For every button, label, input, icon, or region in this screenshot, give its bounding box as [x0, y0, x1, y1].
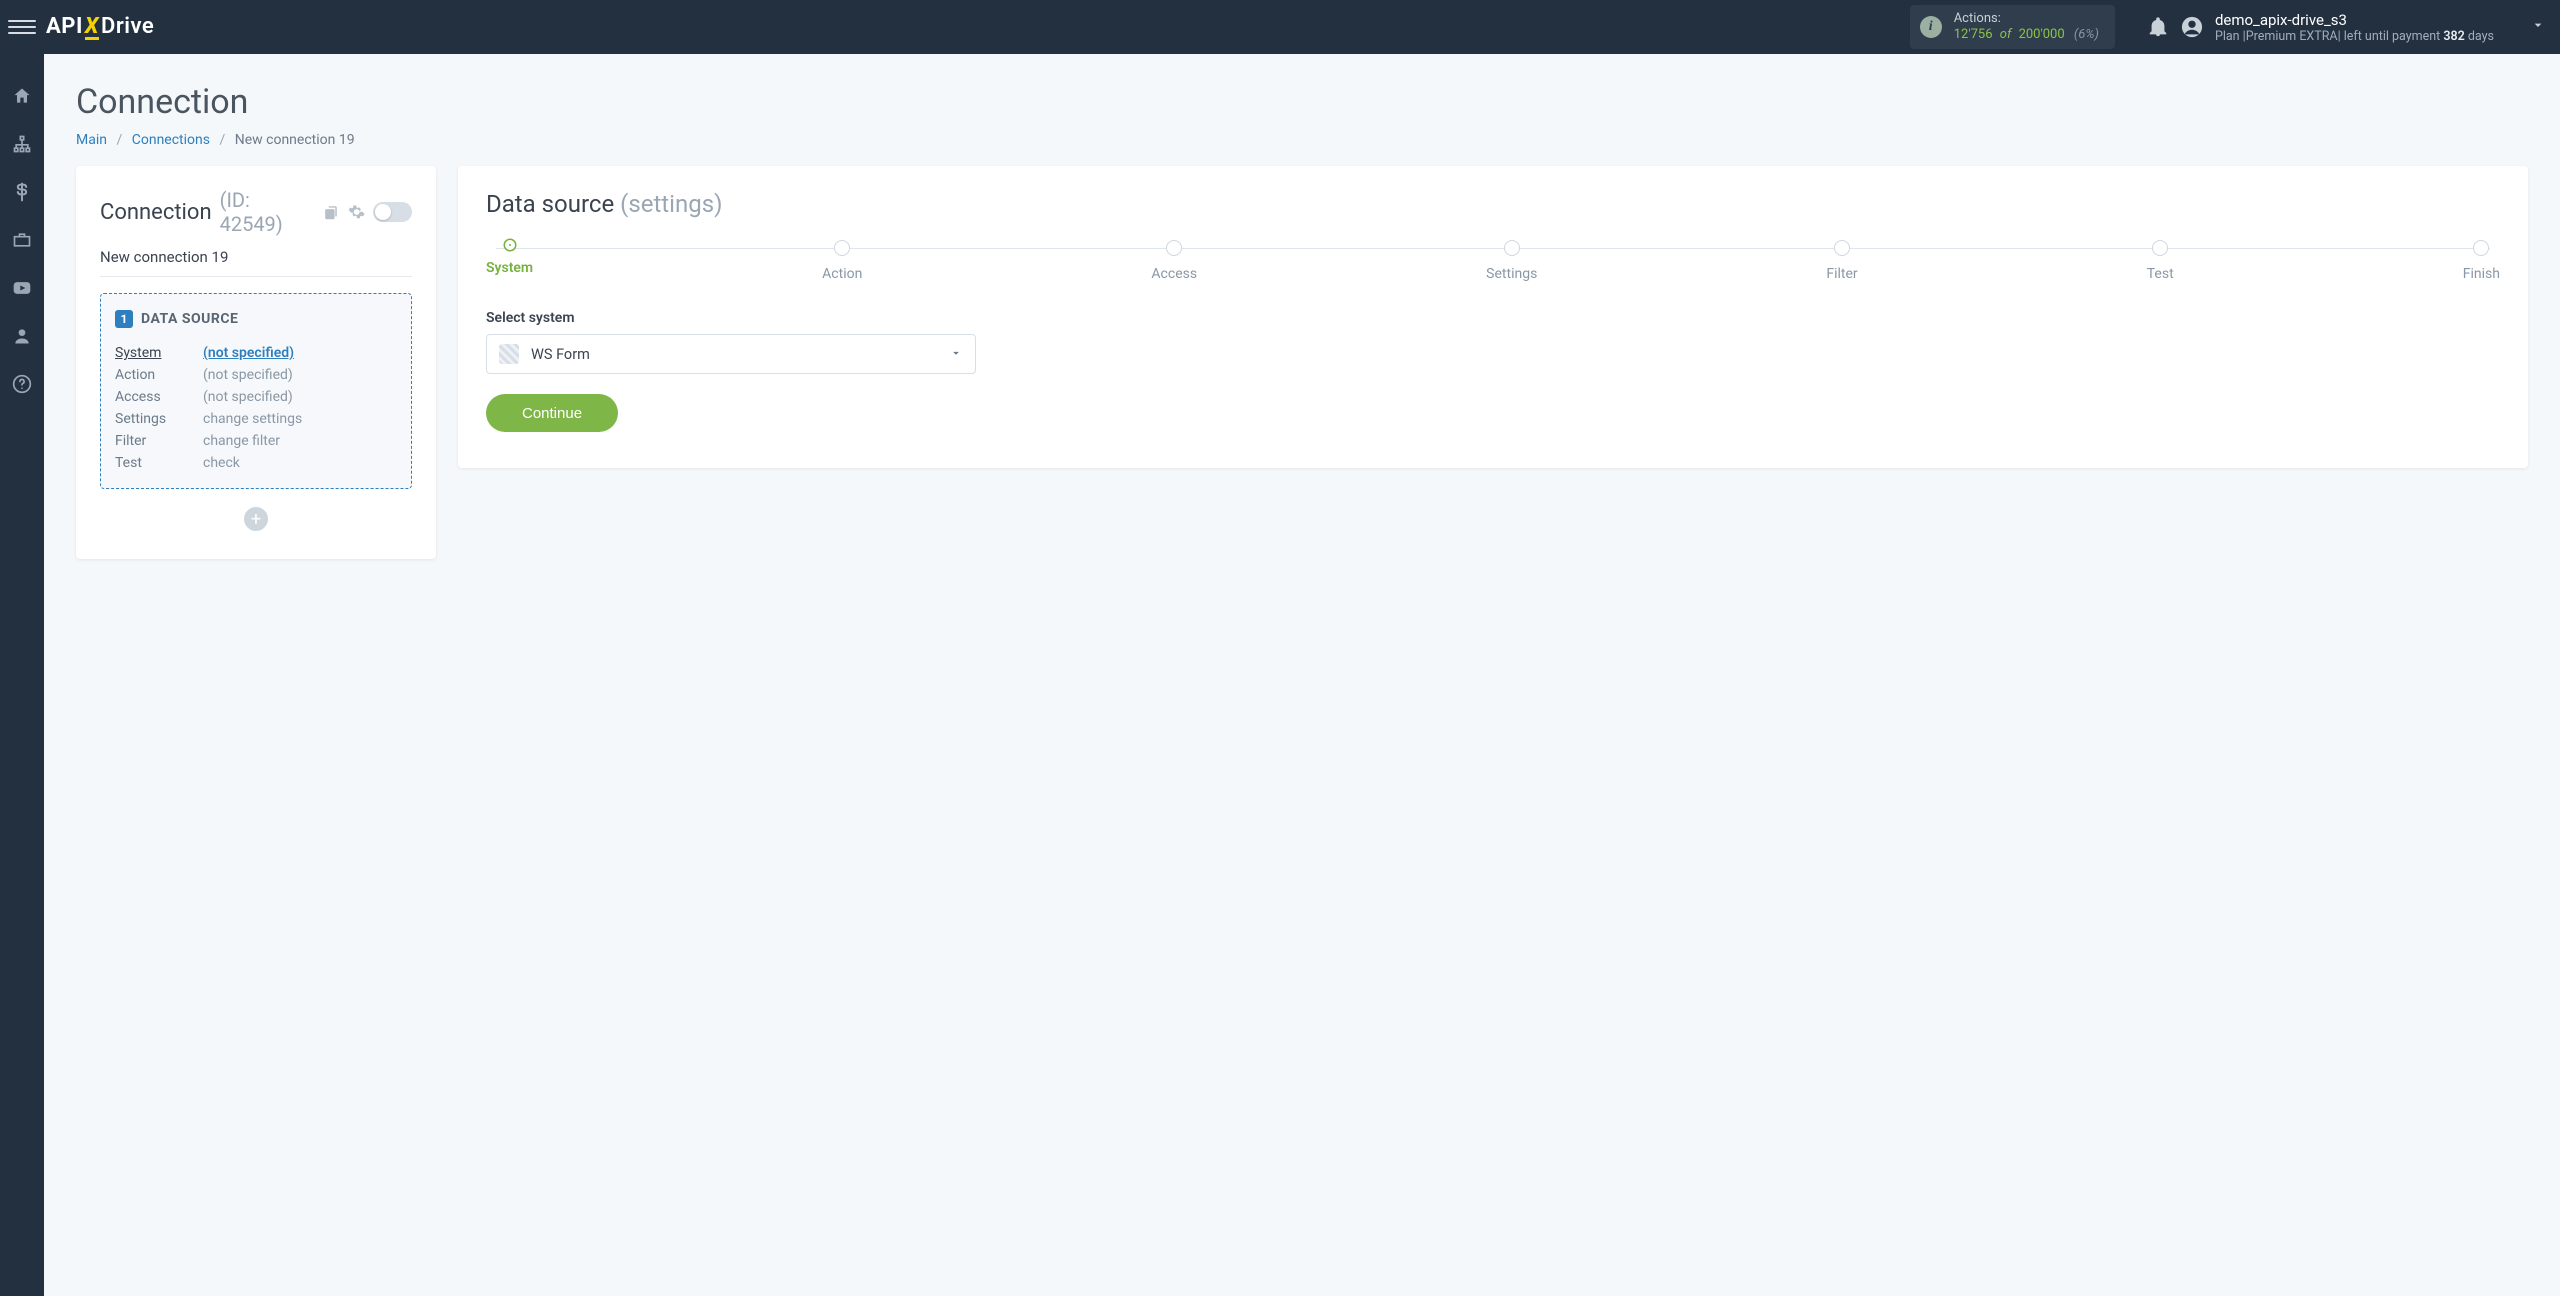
user-plan: Plan |Premium EXTRA| left until payment … [2215, 29, 2494, 44]
connection-summary-card: Connection (ID: 42549) New connection 19… [76, 166, 436, 559]
step-label: Finish [2463, 266, 2500, 282]
wizard-step-finish[interactable]: Finish [2463, 240, 2500, 282]
selected-system: WS Form [531, 346, 937, 363]
user-menu-chevron[interactable] [2530, 17, 2546, 37]
step-dot-icon [2473, 240, 2489, 256]
topbar: API X Drive i Actions: 12'756 of 200'000… [0, 0, 2560, 54]
select-system-label: Select system [486, 310, 2500, 326]
source-row-value: change filter [203, 430, 397, 452]
notifications-button[interactable] [2147, 16, 2169, 38]
page-title: Connection [76, 82, 2528, 122]
connection-name: New connection 19 [100, 248, 412, 277]
youtube-icon [12, 278, 32, 298]
brand-part2: Drive [101, 14, 154, 39]
rail-billing[interactable] [10, 180, 34, 204]
brand-logo[interactable]: API X Drive [46, 14, 154, 40]
page: Connection Main / Connections / New conn… [44, 54, 2560, 587]
source-row-key: Access [115, 386, 203, 408]
step-label: System [486, 260, 533, 276]
step-label: Filter [1826, 266, 1857, 282]
copy-icon[interactable] [323, 203, 340, 221]
source-properties-table: System(not specified)Action(not specifie… [115, 342, 397, 474]
breadcrumb-current: New connection 19 [235, 132, 355, 148]
source-row[interactable]: Action(not specified) [115, 364, 397, 386]
select-system-dropdown[interactable]: WS Form [486, 334, 976, 374]
source-heading: DATA SOURCE [141, 311, 238, 327]
step-label: Access [1151, 266, 1197, 282]
info-icon: i [1920, 16, 1942, 38]
source-row-key: System [115, 342, 203, 364]
source-row[interactable]: Settingschange settings [115, 408, 397, 430]
dollar-icon [12, 182, 32, 202]
system-logo-icon [499, 344, 519, 364]
wizard-step-system[interactable]: System [486, 240, 533, 276]
rail-help[interactable] [10, 372, 34, 396]
user-icon [12, 326, 32, 346]
rail-account[interactable] [10, 324, 34, 348]
source-row-key: Test [115, 452, 203, 474]
source-row-value: check [203, 452, 397, 474]
rail-home[interactable] [10, 84, 34, 108]
source-step-badge: 1 [115, 310, 133, 328]
add-destination-button[interactable]: + [244, 507, 268, 531]
gear-icon[interactable] [348, 203, 365, 221]
brand-part1: API [46, 14, 83, 39]
connection-id: (ID: 42549) [220, 188, 315, 236]
bell-icon [2147, 16, 2169, 38]
data-source-settings-card: Data source (settings) System Action Acces… [458, 166, 2528, 468]
left-rail [0, 54, 44, 1296]
step-dot-icon [1834, 240, 1850, 256]
source-row-value[interactable]: (not specified) [203, 342, 397, 364]
wizard-step-action[interactable]: Action [822, 240, 862, 282]
connection-card-title: Connection [100, 200, 212, 225]
source-row[interactable]: Testcheck [115, 452, 397, 474]
source-row[interactable]: Access(not specified) [115, 386, 397, 408]
step-dot-icon [505, 240, 515, 250]
step-label: Settings [1486, 266, 1537, 282]
actions-label: Actions: [1954, 11, 2099, 27]
actions-value: 12'756 of 200'000 (6%) [1954, 27, 2099, 43]
source-row-value: (not specified) [203, 386, 397, 408]
rail-video[interactable] [10, 276, 34, 300]
brand-x: X [85, 17, 99, 40]
home-icon [12, 86, 32, 106]
wizard-stepper: System Action Access Settings Filter Test Fini… [486, 240, 2500, 282]
source-row-value: change settings [203, 408, 397, 430]
step-dot-icon [2152, 240, 2168, 256]
breadcrumb-main[interactable]: Main [76, 132, 107, 148]
rail-briefcase[interactable] [10, 228, 34, 252]
help-icon [12, 374, 32, 394]
wizard-step-settings[interactable]: Settings [1486, 240, 1537, 282]
step-dot-icon [1166, 240, 1182, 256]
chevron-down-icon [949, 346, 963, 360]
right-card-title: Data source (settings) [486, 190, 2500, 218]
actions-counter[interactable]: i Actions: 12'756 of 200'000 (6%) [1910, 5, 2115, 48]
breadcrumb-connections[interactable]: Connections [132, 132, 210, 148]
rail-connections[interactable] [10, 132, 34, 156]
step-dot-icon [1504, 240, 1520, 256]
step-label: Action [822, 266, 862, 282]
source-row-value: (not specified) [203, 364, 397, 386]
user-name: demo_apix-drive_s3 [2215, 11, 2494, 29]
source-row-key: Action [115, 364, 203, 386]
continue-button[interactable]: Continue [486, 394, 618, 432]
menu-toggle[interactable] [8, 13, 36, 41]
data-source-box[interactable]: 1 DATA SOURCE System(not specified)Actio… [100, 293, 412, 489]
briefcase-icon [12, 230, 32, 250]
source-row-key: Settings [115, 408, 203, 430]
source-row[interactable]: System(not specified) [115, 342, 397, 364]
user-avatar-icon [2181, 16, 2203, 38]
wizard-step-filter[interactable]: Filter [1826, 240, 1857, 282]
chevron-down-icon [2530, 17, 2546, 33]
step-dot-icon [834, 240, 850, 256]
wizard-step-access[interactable]: Access [1151, 240, 1197, 282]
step-label: Test [2147, 266, 2174, 282]
connection-enable-toggle[interactable] [373, 202, 412, 222]
source-row[interactable]: Filterchange filter [115, 430, 397, 452]
sitemap-icon [12, 134, 32, 154]
breadcrumb: Main / Connections / New connection 19 [76, 132, 2528, 148]
source-row-key: Filter [115, 430, 203, 452]
user-menu[interactable]: demo_apix-drive_s3 Plan |Premium EXTRA| … [2181, 11, 2546, 44]
wizard-step-test[interactable]: Test [2147, 240, 2174, 282]
